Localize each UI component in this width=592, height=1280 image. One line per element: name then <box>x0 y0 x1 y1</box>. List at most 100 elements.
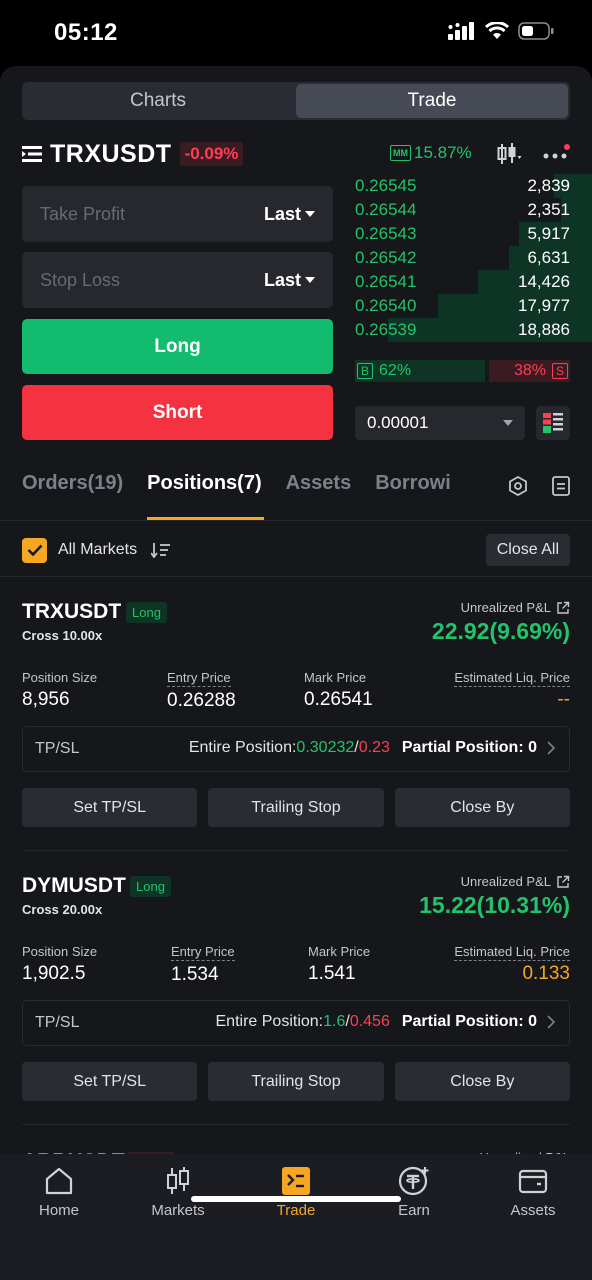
margin-mode: Cross 10.00x <box>22 628 103 643</box>
set-tpsl-button[interactable]: Set TP/SL <box>22 788 198 827</box>
sort-icon[interactable] <box>151 542 171 558</box>
card-divider <box>22 850 570 851</box>
close-all-button[interactable]: Close All <box>485 534 570 566</box>
bid-quantity: 14,426 <box>518 272 570 291</box>
tab-borrowing[interactable]: Borrowi <box>375 472 451 522</box>
settings-icon[interactable] <box>508 476 528 496</box>
tpsl-row[interactable]: TP/SL Entire Position: 0.30232 / 0.23 Pa… <box>22 726 570 772</box>
order-book-row[interactable]: 0.26542 6,631 <box>355 246 592 270</box>
tpsl-values: Entire Position: 1.6 / 0.456 Partial Pos… <box>216 1013 555 1031</box>
take-profit-type-select[interactable]: Last <box>264 204 315 225</box>
pair-symbol[interactable]: TRXUSDT <box>50 140 172 169</box>
book-layout-icon <box>543 413 563 433</box>
tab-charts[interactable]: Charts <box>22 82 294 120</box>
mark-price-value: 0.26541 <box>304 689 373 710</box>
sell-ratio-value: 38% <box>513 362 546 379</box>
order-history-icon[interactable] <box>552 476 570 496</box>
filter-divider <box>0 576 592 577</box>
stop-loss-type-select[interactable]: Last <box>264 270 315 291</box>
short-button[interactable]: Short <box>22 385 333 440</box>
position-symbol[interactable]: DYMUSDT <box>22 874 126 898</box>
card-divider <box>22 1124 570 1125</box>
take-profit-field[interactable]: Take Profit Last <box>22 186 333 242</box>
entry-price-value: 0.26288 <box>167 690 236 711</box>
liq-price-label[interactable]: Estimated Liq. Price <box>454 944 570 961</box>
set-tpsl-button[interactable]: Set TP/SL <box>22 1062 198 1101</box>
order-book-row[interactable]: 0.26540 17,977 <box>355 294 592 318</box>
stop-loss-placeholder: Stop Loss <box>40 269 121 290</box>
nav-assets[interactable]: Assets <box>483 1166 583 1219</box>
trailing-stop-button[interactable]: Trailing Stop <box>208 788 384 827</box>
liq-price-label[interactable]: Estimated Liq. Price <box>454 670 570 687</box>
position-size-value: 1,902.5 <box>22 963 86 984</box>
buy-ratio-value: 62% <box>379 362 412 379</box>
nav-earn-label: Earn <box>398 1202 430 1219</box>
order-book-row[interactable]: 0.26543 5,917 <box>355 222 592 246</box>
nav-home[interactable]: Home <box>9 1166 109 1219</box>
markets-icon <box>167 1167 189 1194</box>
caret-down-icon <box>305 211 315 217</box>
cellular-signal-icon <box>448 22 474 40</box>
upnl-label-text: Unrealized P&L <box>460 874 551 889</box>
order-book-row[interactable]: 0.26541 14,426 <box>355 270 592 294</box>
margin-mode: Cross 20.00x <box>22 902 103 917</box>
tpsl-row[interactable]: TP/SL Entire Position: 1.6 / 0.456 Parti… <box>22 1000 570 1046</box>
status-bar: 05:12 <box>0 0 592 66</box>
mark-price-label: Mark Price <box>308 944 371 959</box>
precision-value: 0.00001 <box>367 413 429 432</box>
chevron-right-icon <box>547 1015 555 1029</box>
home-indicator[interactable] <box>191 1196 401 1202</box>
position-actions: Set TP/SL Trailing Stop Close By <box>22 788 570 827</box>
battery-icon <box>518 22 554 40</box>
tpsl-values: Entire Position: 0.30232 / 0.23 Partial … <box>189 739 555 757</box>
order-book-row[interactable]: 0.26545 2,839 <box>355 174 592 198</box>
tab-trade[interactable]: Trade <box>296 84 568 118</box>
buy-tag: B <box>357 363 374 379</box>
order-book-row[interactable]: 0.26544 2,351 <box>355 198 592 222</box>
order-book-bids: 0.26545 2,839 0.26544 2,351 0.26543 5,917 0.26… <box>355 174 592 342</box>
all-markets-label[interactable]: All Markets <box>58 541 137 559</box>
price-precision-select[interactable]: 0.00001 <box>355 406 525 440</box>
trade-icon <box>282 1167 310 1195</box>
liq-price-value: -- <box>557 689 570 710</box>
all-markets-checkbox[interactable] <box>22 537 47 563</box>
entry-price-label[interactable]: Entry Price <box>167 670 231 687</box>
bid-price: 0.26540 <box>355 296 417 315</box>
stop-loss-value: 0.23 <box>358 739 390 756</box>
more-icon[interactable] <box>542 144 570 164</box>
stop-loss-field[interactable]: Stop Loss Last <box>22 252 333 308</box>
order-book-row[interactable]: 0.26539 18,886 <box>355 318 592 342</box>
wallet-icon <box>518 1169 548 1194</box>
position-size-value: 8,956 <box>22 689 70 710</box>
tab-orders[interactable]: Orders(19) <box>22 472 123 522</box>
tabs-divider <box>0 520 592 521</box>
caret-down-icon <box>503 420 513 426</box>
entire-position-label: Entire Position: <box>188 739 297 756</box>
sell-tag: S <box>551 363 568 379</box>
long-button[interactable]: Long <box>22 319 333 374</box>
entry-price-label[interactable]: Entry Price <box>171 944 235 961</box>
nav-trade[interactable]: Trade <box>246 1166 346 1219</box>
position-symbol[interactable]: TRXUSDT <box>22 600 121 624</box>
upnl-label[interactable]: Unrealized P&L <box>461 600 570 615</box>
bid-quantity: 5,917 <box>527 224 570 243</box>
trailing-stop-button[interactable]: Trailing Stop <box>208 1062 384 1101</box>
status-icons <box>448 22 554 40</box>
take-profit-value: 0.30232 <box>296 739 355 756</box>
entry-price-value: 1.534 <box>171 964 219 985</box>
nav-earn[interactable]: Earn <box>364 1166 464 1219</box>
pair-menu-icon[interactable] <box>22 145 42 163</box>
upnl-label[interactable]: Unrealized P&L <box>461 874 570 889</box>
mm-value: 15.87% <box>414 143 472 162</box>
candlestick-chart-icon[interactable] <box>496 142 522 166</box>
upnl-value: 22.92(9.69%) <box>431 618 570 644</box>
nav-markets[interactable]: Markets <box>128 1166 228 1219</box>
tab-positions[interactable]: Positions(7) <box>147 472 265 522</box>
take-profit-value: 1.6 <box>323 1013 346 1030</box>
position-card: DYMUSDT Long Cross 20.00x Unrealized P&L… <box>22 874 570 1114</box>
close-by-button[interactable]: Close By <box>394 1062 570 1101</box>
tab-assets[interactable]: Assets <box>286 472 352 522</box>
book-layout-button[interactable] <box>536 406 570 440</box>
close-by-button[interactable]: Close By <box>394 788 570 827</box>
margin-ratio[interactable]: MM 15.87% <box>390 143 472 163</box>
